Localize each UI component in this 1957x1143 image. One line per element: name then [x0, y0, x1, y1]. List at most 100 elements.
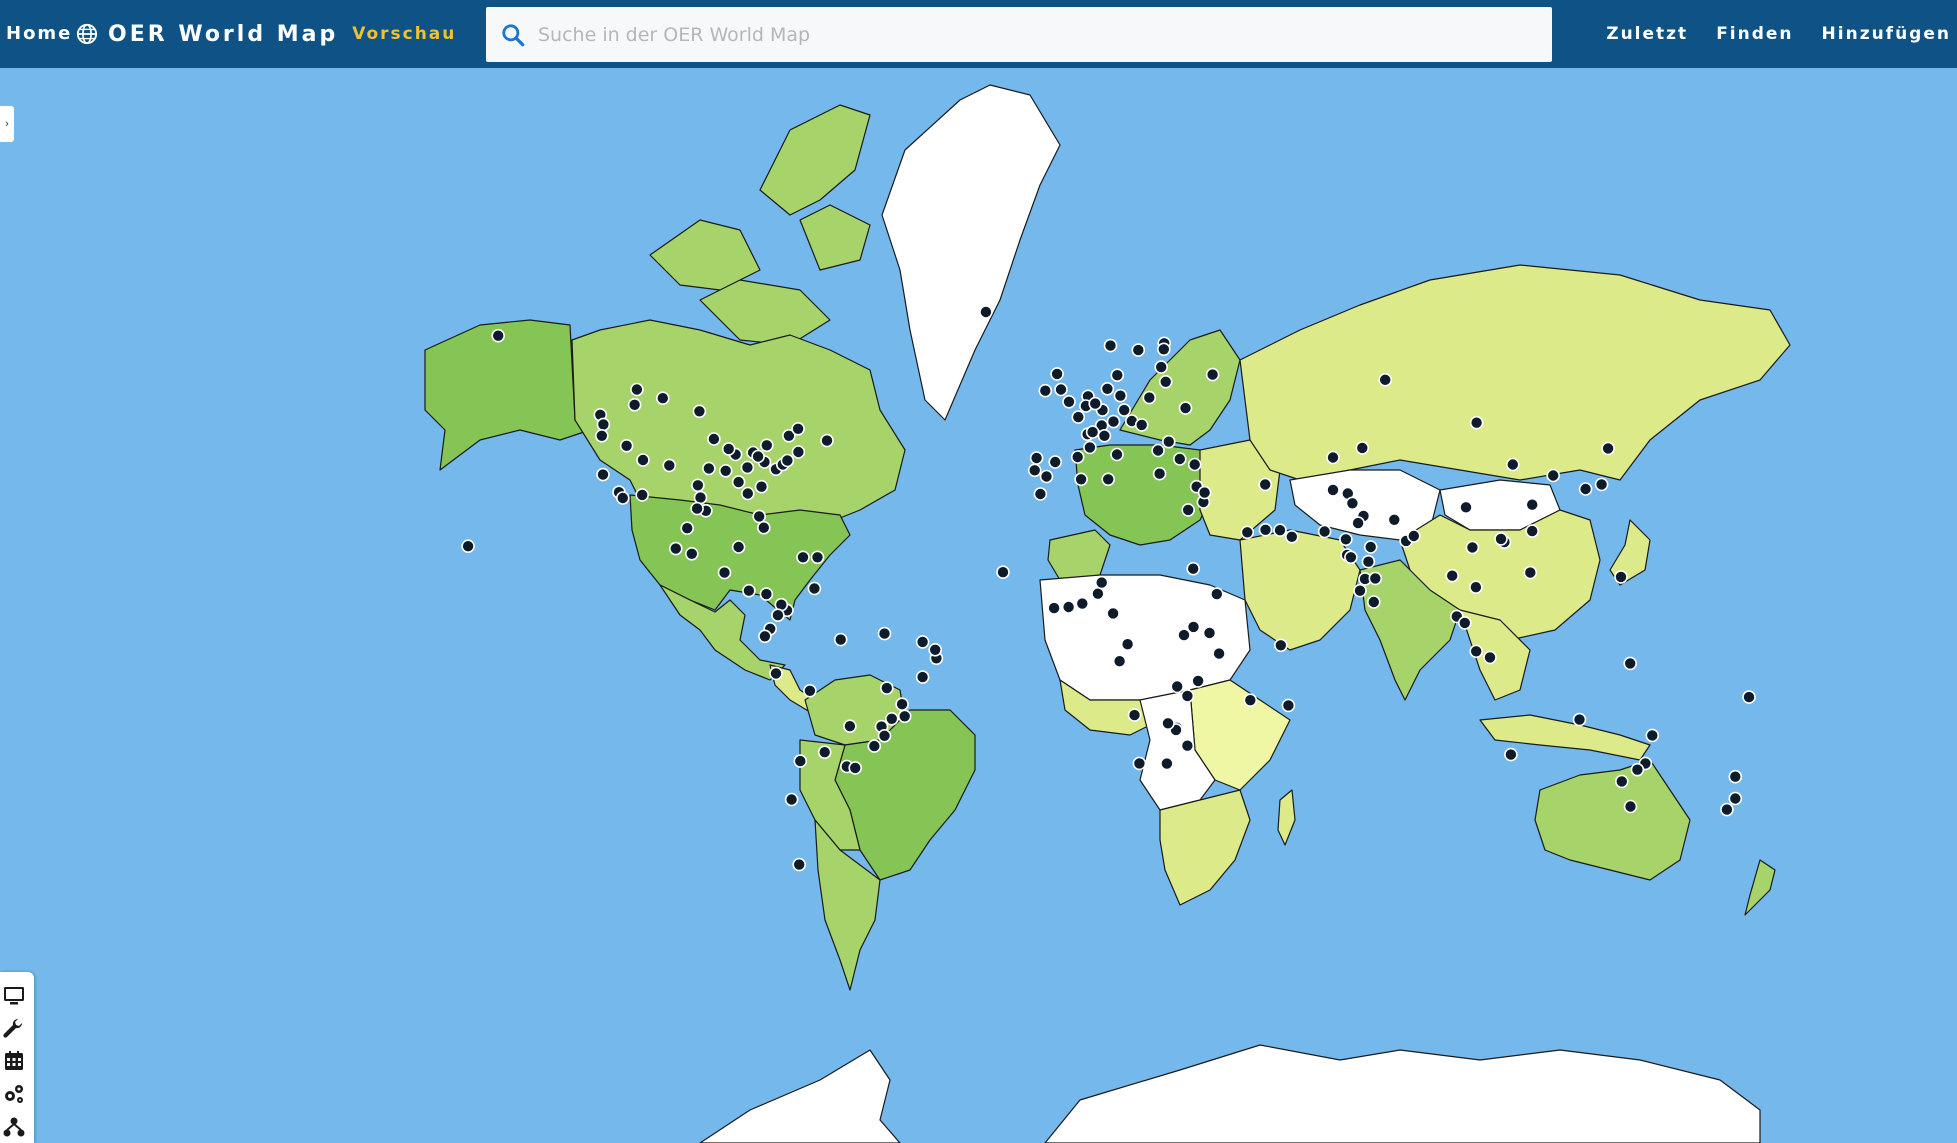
map-marker[interactable] — [691, 478, 705, 493]
map-marker[interactable] — [1131, 343, 1146, 357]
map-marker[interactable] — [1469, 415, 1484, 430]
map-marker[interactable] — [1407, 529, 1421, 543]
map-marker[interactable] — [707, 432, 721, 446]
map-marker[interactable] — [731, 540, 746, 554]
map-marker[interactable] — [1326, 450, 1340, 465]
map-marker[interactable] — [1273, 523, 1287, 538]
search-input[interactable] — [526, 7, 1552, 62]
map-marker[interactable] — [717, 565, 732, 580]
map-marker[interactable] — [1085, 425, 1100, 439]
map-marker[interactable] — [596, 417, 611, 432]
map-marker[interactable] — [1142, 390, 1157, 405]
map-marker[interactable] — [843, 719, 857, 734]
map-marker[interactable] — [759, 587, 774, 601]
map-marker[interactable] — [1578, 482, 1593, 496]
map-marker[interactable] — [780, 453, 795, 468]
map-marker[interactable] — [702, 461, 716, 476]
map-marker[interactable] — [928, 642, 943, 657]
map-marker[interactable] — [1483, 650, 1497, 665]
nav-home-link[interactable]: Home — [6, 0, 72, 68]
map-marker[interactable] — [1162, 434, 1176, 449]
map-marker[interactable] — [1027, 463, 1042, 478]
brand[interactable]: OER World Map Vorschau — [76, 0, 456, 68]
map-marker[interactable] — [742, 583, 756, 598]
map-marker[interactable] — [1525, 497, 1539, 512]
map-marker[interactable] — [1258, 522, 1273, 537]
map-marker[interactable] — [690, 501, 704, 516]
world-map-canvas[interactable] — [0, 68, 1957, 1143]
map-marker[interactable] — [1197, 485, 1212, 500]
map-marker[interactable] — [1029, 451, 1044, 465]
map-marker[interactable] — [979, 305, 993, 319]
map-marker[interactable] — [879, 681, 894, 695]
map-marker[interactable] — [1469, 644, 1483, 659]
map-marker[interactable] — [721, 442, 736, 456]
map-marker[interactable] — [1186, 561, 1200, 576]
map-marker[interactable] — [1120, 637, 1135, 652]
map-marker[interactable] — [1106, 606, 1120, 621]
map-marker[interactable] — [771, 608, 785, 623]
map-marker[interactable] — [662, 458, 677, 473]
map-marker[interactable] — [1113, 388, 1128, 403]
map-marker[interactable] — [1345, 496, 1360, 511]
map-marker[interactable] — [1243, 693, 1258, 708]
map-marker[interactable] — [807, 581, 822, 596]
map-marker[interactable] — [1594, 477, 1609, 492]
map-marker[interactable] — [1281, 698, 1296, 713]
map-marker[interactable] — [635, 488, 650, 502]
filter-event-button[interactable] — [0, 1045, 34, 1078]
map-marker[interactable] — [1344, 550, 1358, 565]
map-marker[interactable] — [1178, 401, 1193, 415]
map-marker[interactable] — [1363, 540, 1378, 554]
map-marker[interactable] — [1097, 428, 1112, 443]
map-marker[interactable] — [1158, 374, 1173, 389]
map-marker[interactable] — [1623, 656, 1637, 671]
map-marker[interactable] — [1180, 689, 1195, 703]
map-marker[interactable] — [803, 683, 817, 698]
map-marker[interactable] — [1469, 580, 1483, 595]
region-antarctica[interactable] — [699, 1044, 1761, 1143]
map-marker[interactable] — [668, 541, 683, 556]
map-marker[interactable] — [1720, 802, 1734, 817]
search-icon[interactable] — [500, 22, 526, 48]
map-marker[interactable] — [1445, 568, 1459, 583]
map-marker[interactable] — [1728, 769, 1743, 784]
map-marker[interactable] — [1177, 628, 1191, 642]
map-marker[interactable] — [1094, 575, 1109, 590]
map-marker[interactable] — [1173, 452, 1187, 466]
map-marker[interactable] — [1181, 503, 1195, 517]
map-marker[interactable] — [1160, 756, 1174, 771]
map-marker[interactable] — [1387, 512, 1402, 527]
map-marker[interactable] — [1465, 540, 1480, 555]
map-marker[interactable] — [636, 453, 650, 467]
map-marker[interactable] — [1339, 532, 1353, 547]
map-marker[interactable] — [1047, 601, 1061, 615]
map-marker[interactable] — [1154, 360, 1168, 374]
map-marker[interactable] — [1546, 468, 1560, 483]
map-marker[interactable] — [769, 666, 783, 681]
map-marker[interactable] — [1070, 450, 1085, 464]
map-marker[interactable] — [1615, 774, 1629, 789]
filter-service-button[interactable] — [0, 980, 34, 1013]
map-marker[interactable] — [1100, 381, 1115, 396]
map-marker[interactable] — [1039, 469, 1054, 484]
filter-project-button[interactable] — [0, 1078, 34, 1111]
map-marker[interactable] — [791, 421, 805, 436]
map-marker[interactable] — [1458, 616, 1472, 630]
map-marker[interactable] — [915, 670, 930, 684]
map-marker[interactable] — [810, 550, 825, 565]
map-marker[interactable] — [619, 438, 634, 453]
map-marker[interactable] — [693, 490, 708, 505]
map-marker[interactable] — [692, 404, 707, 419]
map-marker[interactable] — [1317, 524, 1332, 539]
map-marker[interactable] — [996, 565, 1010, 580]
map-marker[interactable] — [655, 391, 670, 406]
map-marker[interactable] — [897, 709, 912, 724]
map-marker[interactable] — [1083, 440, 1097, 455]
map-marker[interactable] — [1117, 403, 1131, 417]
map-marker[interactable] — [796, 550, 810, 565]
map-marker[interactable] — [1378, 372, 1392, 387]
map-marker[interactable] — [756, 520, 771, 535]
sidebar-toggle-button[interactable]: › — [0, 106, 14, 142]
map-marker[interactable] — [848, 761, 863, 775]
